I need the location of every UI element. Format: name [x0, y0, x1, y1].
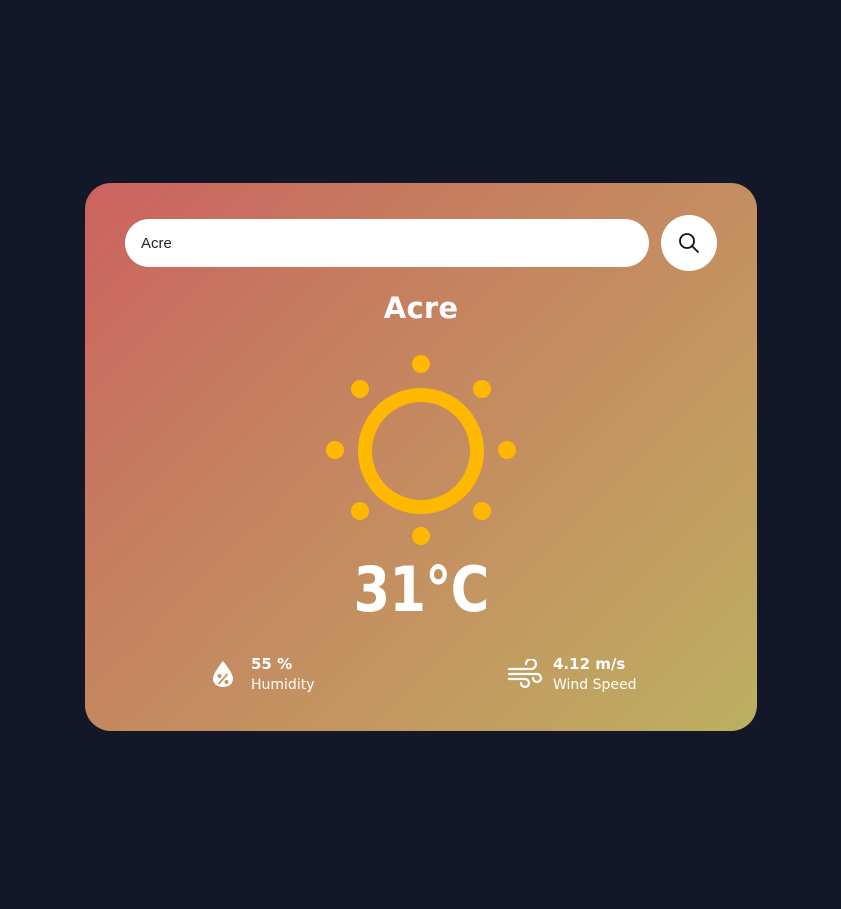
search-input[interactable] — [125, 219, 649, 267]
sun-icon — [325, 355, 517, 551]
humidity-label: Humidity — [251, 677, 315, 693]
humidity-value: 55 % — [251, 655, 293, 673]
wind-value: 4.12 m/s — [553, 655, 626, 673]
weather-card: Acre 31°C 55 % Humidity — [85, 183, 757, 731]
wind-label: Wind Speed — [553, 677, 637, 693]
wind-icon — [507, 656, 543, 692]
humidity-icon — [205, 656, 241, 692]
search-button[interactable] — [661, 215, 717, 271]
temperature: 31°C — [353, 553, 490, 626]
wind-stat: 4.12 m/s Wind Speed — [507, 653, 637, 695]
search-icon — [678, 232, 700, 254]
city-name: Acre — [383, 291, 459, 325]
humidity-stat: 55 % Humidity — [205, 653, 314, 695]
